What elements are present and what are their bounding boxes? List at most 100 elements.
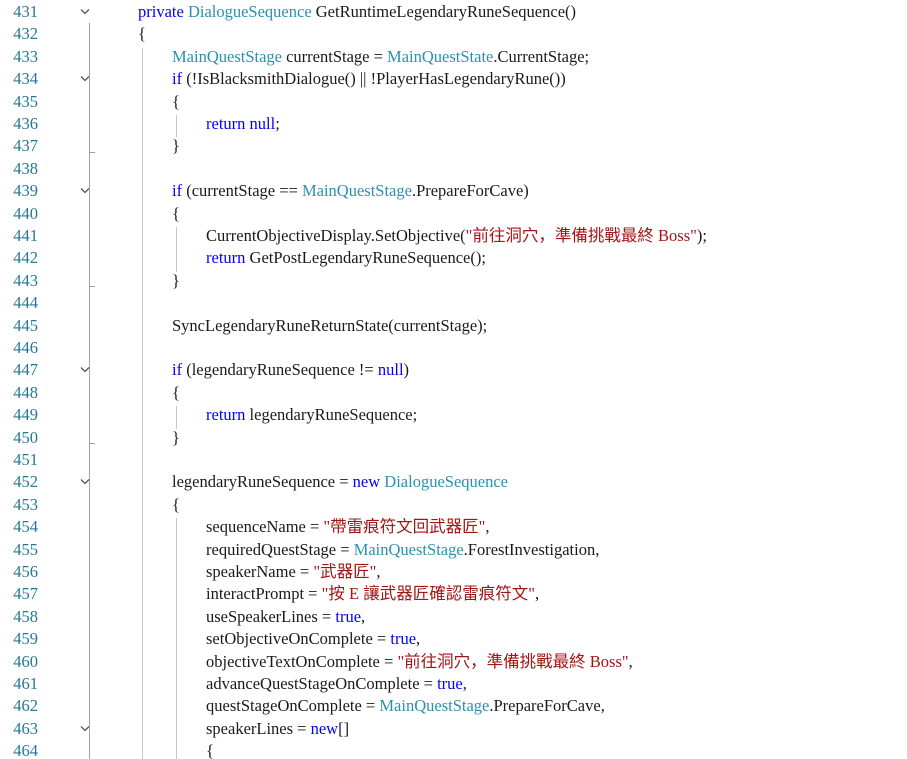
code-line[interactable]: 443} (0, 270, 907, 292)
line-number: 448 (13, 382, 38, 402)
code-line[interactable]: 461 advanceQuestStageOnComplete = true, (0, 673, 907, 695)
line-number: 463 (13, 718, 38, 738)
code-token: } (172, 136, 180, 156)
code-line[interactable]: 431 private DialogueSequence GetRuntimeLe… (0, 1, 907, 23)
keyword-token: if (172, 181, 183, 201)
code-line[interactable]: 446 (0, 337, 907, 359)
code-line[interactable]: 455 requiredQuestStage = MainQuestStage.F… (0, 539, 907, 561)
code-line[interactable]: 442 return GetPostLegendaryRuneSequence()… (0, 247, 907, 269)
code-text: speakerName = "武器匠", (206, 561, 380, 583)
code-line[interactable]: 440 { (0, 203, 907, 225)
code-line[interactable]: 463 speakerLines = new[] (0, 718, 907, 740)
string-token: "武器匠" (313, 562, 377, 581)
line-number: 461 (13, 674, 38, 693)
code-line[interactable]: 454 sequenceName = "帶雷痕符文回武器匠", (0, 516, 907, 538)
keyword-token: return (206, 405, 246, 425)
code-line[interactable]: 457 interactPrompt = "按 E 讓武器匠確認雷痕符文", (0, 583, 907, 605)
line-number: 455 (13, 539, 38, 559)
indent-guide (176, 518, 177, 759)
code-line[interactable]: 435 { (0, 91, 907, 113)
code-line[interactable]: 456 speakerName = "武器匠", (0, 561, 907, 583)
line-number: 443 (13, 270, 38, 290)
line-number: 458 (13, 606, 38, 626)
code-token: GetPostLegendaryRuneSequence(); (245, 248, 486, 268)
code-token: { (206, 741, 214, 759)
line-number: 444 (13, 293, 38, 313)
line-number: 462 (13, 696, 38, 716)
line-number: 434 (13, 69, 38, 89)
type-token: DialogueSequence (384, 472, 508, 492)
code-text: } (172, 135, 180, 157)
code-line[interactable]: 452 legendaryRuneSequence = new DialogueS… (0, 471, 907, 493)
code-editor[interactable]: 431 private DialogueSequence GetRuntimeLe… (0, 0, 907, 759)
code-token: requiredQuestStage = (206, 539, 354, 559)
code-line[interactable]: 433 MainQuestStage currentStage = MainQue… (0, 46, 907, 68)
code-text: legendaryRuneSequence = new DialogueSequ… (172, 471, 508, 493)
string-token: "前往洞穴，準備挑戰最終 Boss" (397, 651, 629, 671)
code-text: } (172, 270, 180, 292)
code-token: ); (696, 226, 707, 245)
code-token: useSpeakerLines = (206, 606, 336, 626)
code-line[interactable]: 447 if (legendaryRuneSequence != null) (0, 359, 907, 381)
outline-end-tick (89, 443, 95, 444)
code-line[interactable]: 436 return null; (0, 113, 907, 135)
code-line[interactable]: 458 useSpeakerLines = true, (0, 606, 907, 628)
code-text: if (legendaryRuneSequence != null) (172, 359, 409, 381)
string-token: "帶雷痕符文回武器匠" (323, 517, 486, 537)
line-number: 442 (13, 248, 38, 268)
code-token: sequenceName = (206, 517, 324, 537)
code-text: speakerLines = new[] (206, 718, 349, 740)
code-line[interactable]: 462 questStageOnComplete = MainQuestStage… (0, 695, 907, 717)
line-number: 460 (13, 651, 38, 671)
code-line[interactable]: 438 (0, 158, 907, 180)
code-line[interactable]: 441 CurrentObjectiveDisplay.SetObjective(… (0, 225, 907, 247)
line-number: 459 (13, 629, 38, 649)
code-token: { (172, 91, 180, 111)
code-token: GetRuntimeLegendaryRuneSequence() (311, 2, 577, 21)
code-token: (!IsBlacksmithDialogue() || !PlayerHasLe… (182, 69, 566, 89)
keyword-token: return (206, 114, 246, 133)
line-number: 454 (13, 517, 38, 537)
indent-guide (176, 227, 177, 272)
code-line[interactable]: 451 (0, 449, 907, 471)
type-token: MainQuestStage (172, 46, 282, 66)
code-line[interactable]: 439 if (currentStage == MainQuestStage.Pr… (0, 180, 907, 202)
code-line[interactable]: 444 (0, 292, 907, 314)
code-token: } (172, 270, 180, 290)
code-line[interactable]: 445 SyncLegendaryRuneReturnState(currentS… (0, 315, 907, 337)
type-token: MainQuestStage (301, 181, 412, 201)
keyword-token: new (352, 472, 381, 492)
code-line[interactable]: 464 { (0, 740, 907, 759)
code-text: questStageOnComplete = MainQuestStage.Pr… (206, 695, 605, 717)
code-text: { (172, 494, 180, 516)
code-line[interactable]: 448 { (0, 382, 907, 404)
code-line[interactable]: 437} (0, 135, 907, 157)
keyword-token: null (377, 360, 404, 380)
code-token: legendaryRuneSequence = (172, 472, 353, 492)
code-token: { (172, 494, 180, 514)
fold-chevron-icon[interactable] (80, 1, 98, 23)
code-line[interactable]: 450} (0, 427, 907, 449)
code-token: ) (403, 360, 410, 380)
code-text: { (172, 91, 180, 113)
code-line[interactable]: 449 return legendaryRuneSequence; (0, 404, 907, 426)
code-line[interactable]: 432 { (0, 23, 907, 45)
code-text: } (172, 427, 180, 449)
line-number: 437 (13, 136, 38, 156)
line-number: 435 (13, 91, 38, 111)
line-number: 450 (13, 427, 38, 447)
code-token: speakerName = (206, 562, 314, 581)
code-text: return GetPostLegendaryRuneSequence(); (206, 247, 486, 269)
code-line[interactable]: 460 objectiveTextOnComplete = "前往洞穴，準備挑戰最… (0, 651, 907, 673)
line-number: 433 (13, 46, 38, 66)
code-token: , (361, 606, 366, 626)
code-line[interactable]: 453 { (0, 494, 907, 516)
line-number: 464 (13, 741, 38, 759)
code-line[interactable]: 459 setObjectiveOnComplete = true, (0, 628, 907, 650)
code-text: if (!IsBlacksmithDialogue() || !PlayerHa… (172, 68, 566, 90)
code-token: currentStage = (281, 46, 388, 66)
type-token: MainQuestStage (379, 696, 490, 716)
outline-guide-method (89, 23, 90, 759)
code-line[interactable]: 434 if (!IsBlacksmithDialogue() || !Playe… (0, 68, 907, 90)
code-token: speakerLines = (206, 718, 311, 738)
